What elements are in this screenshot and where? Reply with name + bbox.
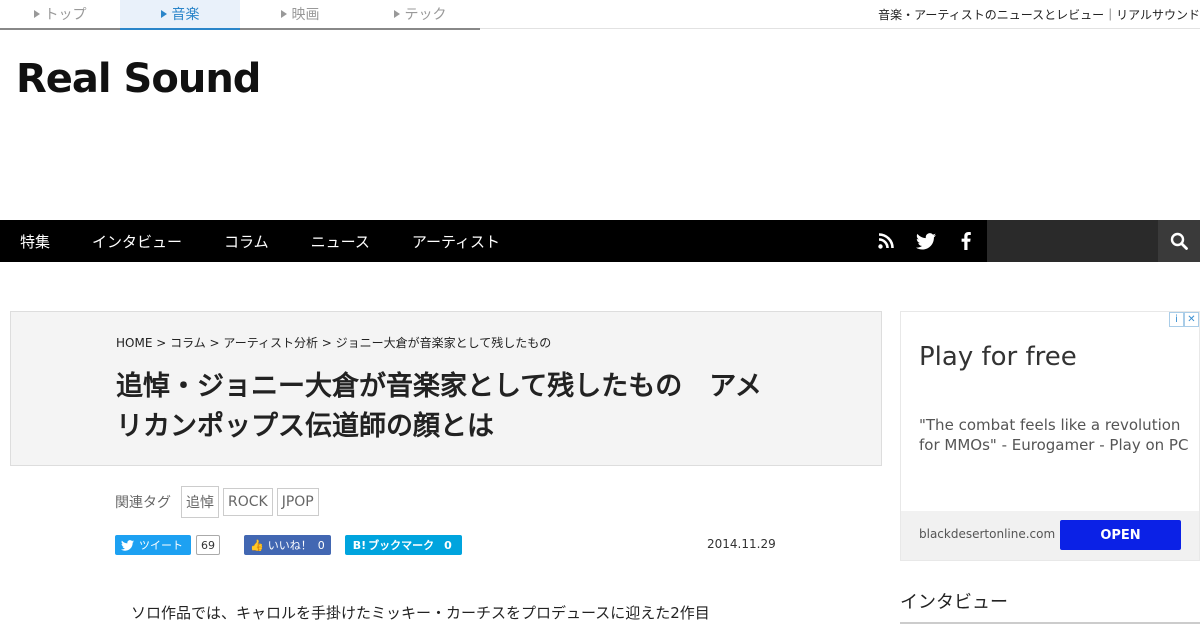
like-button[interactable]: 👍 いいね！ 0 — [244, 535, 331, 555]
tab-top[interactable]: トップ — [0, 0, 120, 28]
triangle-right-icon — [393, 10, 400, 18]
ad-choices[interactable]: i ✕ — [1169, 312, 1199, 327]
twitter-icon[interactable] — [906, 220, 946, 262]
related-tags: 関連タグ 追悼 ROCK JPOP — [115, 486, 323, 518]
tab-label: テック — [404, 7, 447, 23]
ad-open-button[interactable]: OPEN — [1060, 520, 1181, 550]
nav-item-artist[interactable]: アーティスト — [392, 220, 522, 262]
thumbs-up-icon: 👍 — [250, 538, 264, 552]
ad-unit[interactable]: i ✕ Play for free "The combat feels like… — [900, 311, 1200, 561]
bookmark-label: ブックマーク — [368, 539, 435, 552]
tags-label: 関連タグ — [115, 495, 171, 511]
tab-music[interactable]: 音楽 — [120, 0, 240, 30]
like-label: いいね！ — [267, 539, 312, 552]
ad-domain[interactable]: blackdesertonline.com — [919, 527, 1055, 541]
triangle-right-icon — [33, 10, 40, 18]
article-body: ソロ作品では、キャロルを手掛けたミッキー・カーチスをプロデュースに迎えた2作目 — [131, 604, 710, 622]
ad-description[interactable]: "The combat feels like a revolution for … — [919, 415, 1189, 455]
search-icon — [1170, 232, 1188, 250]
nav-menu: 特集 インタビュー コラム ニュース アーティスト — [0, 220, 522, 262]
triangle-right-icon — [160, 10, 167, 18]
social-icons — [866, 220, 986, 262]
rss-icon[interactable] — [866, 220, 906, 262]
hatena-icon: B! — [352, 538, 367, 552]
article-title: 追悼・ジョニー大倉が音楽家として残したもの アメリカンポップス伝道師の顔とは — [116, 371, 762, 442]
info-icon[interactable]: i — [1169, 312, 1184, 327]
article-header: HOME > コラム > アーティスト分析 > ジョニー大倉が音楽家として残した… — [10, 311, 882, 466]
triangle-right-icon — [280, 10, 287, 18]
site-tagline: 音楽・アーティストのニュースとレビュー｜リアルサウンド — [878, 8, 1200, 22]
search-button[interactable] — [1158, 220, 1200, 262]
search-input[interactable] — [987, 220, 1158, 262]
tag-link[interactable]: 追悼 — [181, 486, 219, 518]
divider — [480, 28, 1200, 29]
bookmark-button[interactable]: B! ブックマーク 0 — [344, 535, 462, 555]
bookmark-count: 0 — [444, 538, 452, 552]
nav-item-interview[interactable]: インタビュー — [72, 220, 204, 262]
nav-item-feature[interactable]: 特集 — [0, 220, 72, 262]
top-bar: トップ 音楽 映画 テック 音楽・アーティストのニュースとレビュー｜リアルサウン… — [0, 0, 1200, 30]
nav-item-news[interactable]: ニュース — [291, 220, 392, 262]
nav-item-column[interactable]: コラム — [204, 220, 291, 262]
close-icon[interactable]: ✕ — [1184, 312, 1199, 327]
breadcrumb[interactable]: HOME > コラム > アーティスト分析 > ジョニー大倉が音楽家として残した… — [116, 334, 551, 351]
facebook-icon[interactable] — [946, 220, 986, 262]
twitter-icon — [121, 539, 134, 551]
tab-tech[interactable]: テック — [360, 0, 480, 28]
ad-footer: blackdesertonline.com OPEN — [901, 511, 1199, 560]
sidebar-heading: インタビュー — [900, 588, 1200, 624]
category-tabs: トップ 音楽 映画 テック — [0, 0, 480, 30]
share-buttons: ツイート 69 👍 いいね！ 0 B! ブックマーク 0 — [115, 535, 462, 555]
tweet-button[interactable]: ツイート — [115, 535, 191, 555]
like-count: 0 — [317, 538, 325, 552]
main-nav: 特集 インタビュー コラム ニュース アーティスト — [0, 220, 1200, 262]
tab-label: 映画 — [291, 7, 320, 23]
publish-date: 2014.11.29 — [707, 537, 776, 551]
tag-link[interactable]: JPOP — [276, 488, 319, 516]
ad-title[interactable]: Play for free — [919, 342, 1077, 372]
tab-label: 音楽 — [171, 7, 200, 23]
tag-link[interactable]: ROCK — [223, 488, 273, 516]
tweet-count: 69 — [196, 535, 220, 555]
tweet-label: ツイート — [139, 539, 183, 552]
site-logo[interactable]: Real Sound — [16, 56, 261, 102]
tab-movie[interactable]: 映画 — [240, 0, 360, 28]
tab-label: トップ — [44, 7, 87, 23]
